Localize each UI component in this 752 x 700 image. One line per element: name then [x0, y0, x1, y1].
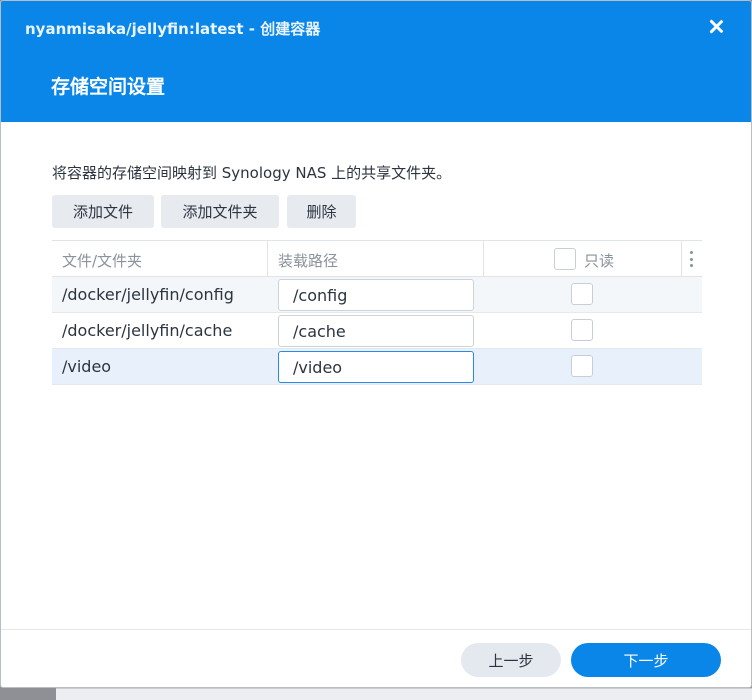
source-path-cell: /docker/jellyfin/cache	[62, 321, 233, 340]
source-path-cell: /video	[62, 357, 112, 376]
previous-step-button[interactable]: 上一步	[461, 643, 561, 677]
read-only-checkbox[interactable]	[571, 283, 593, 305]
background-window-strip	[56, 688, 752, 700]
table-row[interactable]: /docker/jellyfin/cache	[52, 313, 702, 349]
read-only-checkbox[interactable]	[571, 355, 593, 377]
add-file-button[interactable]: 添加文件	[52, 195, 154, 228]
next-step-button[interactable]: 下一步	[571, 643, 721, 677]
dialog-header: nyanmisaka/jellyfin:latest - 创建容器 存储空间设置	[1, 1, 751, 122]
create-container-dialog: nyanmisaka/jellyfin:latest - 创建容器 存储空间设置…	[0, 0, 752, 688]
mount-path-input[interactable]	[278, 279, 474, 311]
mount-path-input[interactable]	[278, 351, 474, 383]
vertical-ellipsis-icon[interactable]	[688, 251, 694, 267]
read-only-checkbox[interactable]	[571, 319, 593, 341]
column-header-file-folder[interactable]: 文件/文件夹	[62, 250, 142, 271]
step-description: 将容器的存储空间映射到 Synology NAS 上的共享文件夹。	[52, 164, 452, 182]
storage-mapping-table: 文件/文件夹 装载路径 只读 /docker/jellyfin/config /…	[52, 240, 702, 385]
column-divider[interactable]	[267, 241, 268, 277]
source-path-cell: /docker/jellyfin/config	[62, 285, 234, 304]
table-row[interactable]: /docker/jellyfin/config	[52, 277, 702, 313]
delete-button[interactable]: 删除	[287, 195, 356, 228]
mount-path-input[interactable]	[278, 315, 474, 347]
step-title: 存储空间设置	[51, 76, 166, 98]
column-divider[interactable]	[483, 241, 484, 277]
add-folder-button[interactable]: 添加文件夹	[161, 195, 279, 228]
window-title: nyanmisaka/jellyfin:latest - 创建容器	[25, 20, 321, 38]
close-icon[interactable]	[705, 16, 727, 38]
dialog-footer: 上一步 下一步	[1, 629, 751, 687]
column-header-mount-path[interactable]: 装载路径	[278, 250, 338, 271]
table-row[interactable]: /video	[52, 349, 702, 385]
column-divider[interactable]	[681, 241, 682, 277]
table-header: 文件/文件夹 装载路径 只读	[52, 241, 702, 277]
column-header-read-only: 只读	[584, 252, 615, 270]
read-only-select-all-checkbox[interactable]	[554, 248, 576, 270]
